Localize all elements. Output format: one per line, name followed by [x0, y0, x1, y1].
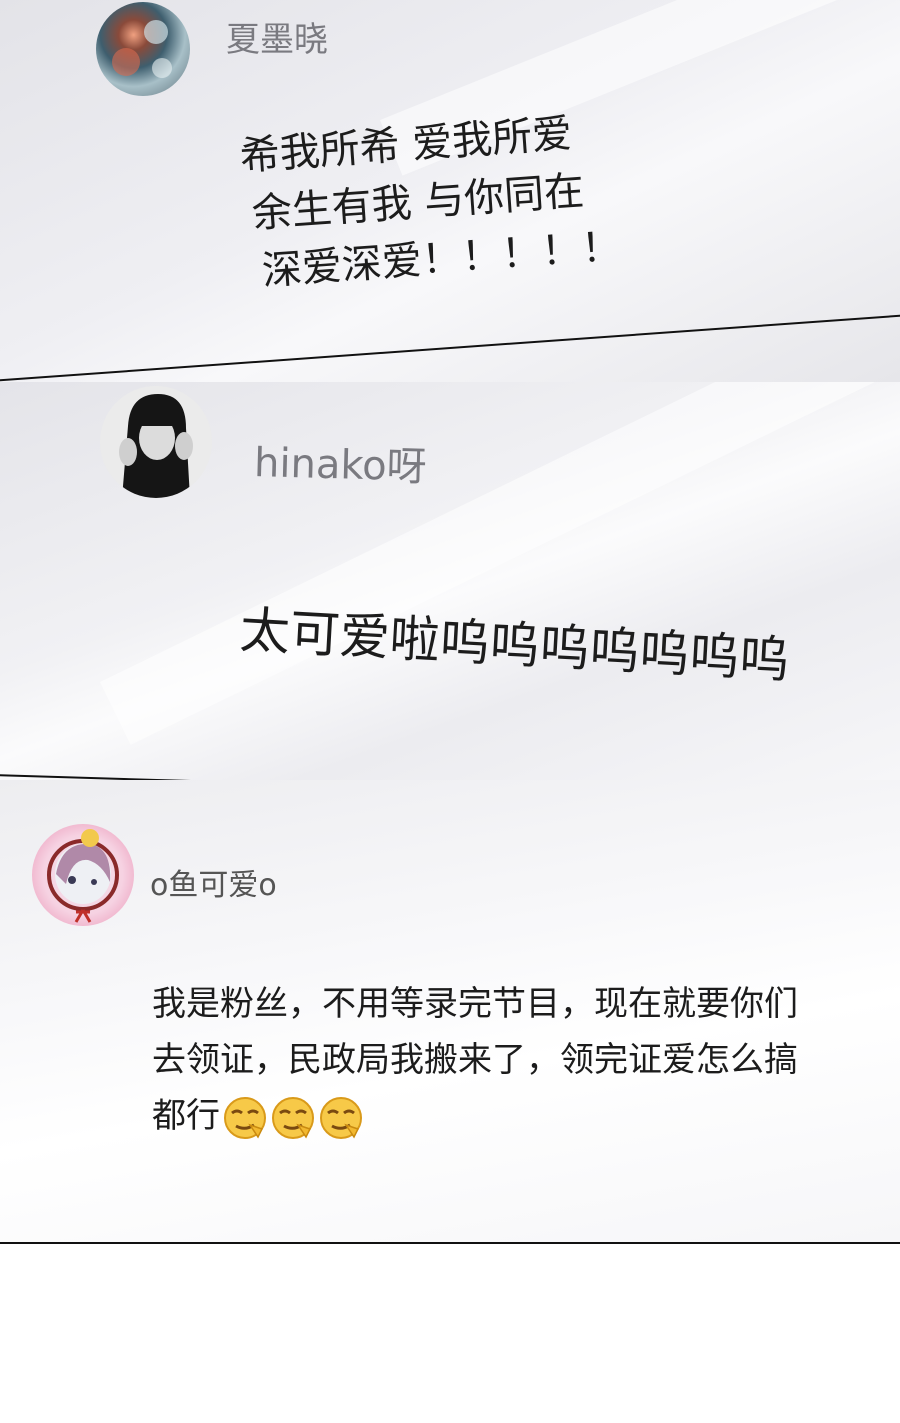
comment-line: 太可爱啦呜呜呜呜呜呜呜: [238, 600, 791, 690]
avatar-portrait-icon: [100, 386, 212, 498]
comment-panel-3: o鱼可爱o 我是粉丝，不用等录完节目，现在就要你们 去领证，民政局我搬来了，领完…: [0, 780, 900, 1243]
avatar-art-icon: [112, 20, 172, 78]
avatar-character-icon: [47, 829, 119, 923]
smirk-emoji-icon: [318, 1095, 364, 1141]
user-avatar-2[interactable]: [100, 386, 212, 498]
comment-line: 我是粉丝，不用等录完节目，现在就要你们: [152, 984, 798, 1024]
comment-text-2: 太可爱啦呜呜呜呜呜呜呜: [238, 594, 791, 697]
smirk-emoji-icon: [270, 1095, 316, 1141]
comment-line-text: 都行: [152, 1096, 220, 1136]
comment-panel-2: hinako呀 太可爱啦呜呜呜呜呜呜呜: [0, 382, 900, 780]
comment-text-1: 希我所希 爱我所爱 余生有我 与你同在 深爱深爱！！！！！: [238, 102, 623, 302]
comment-line: 都行: [152, 1088, 798, 1144]
panel-divider: [0, 1242, 900, 1244]
smirk-emoji-icon: [222, 1095, 268, 1141]
user-avatar-3[interactable]: [32, 824, 134, 926]
username-1[interactable]: 夏墨晓: [226, 12, 328, 61]
user-avatar-1[interactable]: [96, 2, 190, 96]
comment-line: 去领证，民政局我搬来了，领完证爱怎么搞: [152, 1040, 798, 1080]
comment-text-3: 我是粉丝，不用等录完节目，现在就要你们 去领证，民政局我搬来了，领完证爱怎么搞 …: [152, 976, 798, 1144]
username-2[interactable]: hinako呀: [253, 430, 428, 492]
username-3[interactable]: o鱼可爱o: [150, 860, 277, 904]
